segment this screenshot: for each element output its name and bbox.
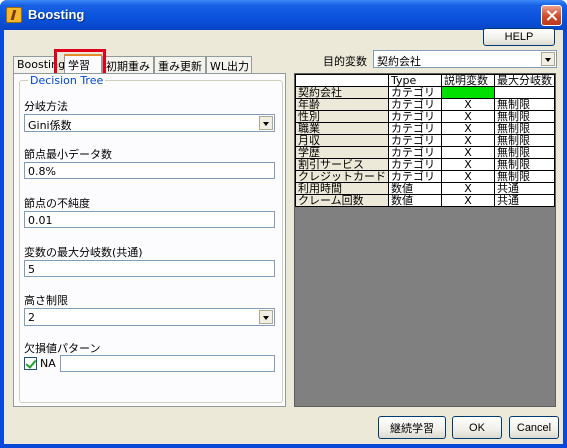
type-cell[interactable]: カテゴリ bbox=[388, 158, 442, 171]
type-cell[interactable]: カテゴリ bbox=[388, 98, 442, 111]
table-row[interactable]: 性別 カテゴリ X 無制限 bbox=[295, 110, 555, 123]
table-row[interactable]: 契約会社 カテゴリ bbox=[295, 86, 555, 99]
na-checkbox[interactable] bbox=[24, 357, 37, 370]
variables-table-body: 契約会社 カテゴリ 年齢 カテゴリ X 無制限 性別 カテゴリ X 無制限 職業 カテゴリ X 無制限 月収… bbox=[295, 86, 555, 207]
node-impurity-label: 節点の不純度 bbox=[24, 197, 90, 210]
row-header-cell[interactable]: 職業 bbox=[295, 122, 389, 135]
max-splits-cell[interactable]: 無制限 bbox=[494, 146, 555, 159]
max-splits-cell[interactable]: 無制限 bbox=[494, 122, 555, 135]
row-header-cell[interactable]: 契約会社 bbox=[295, 86, 389, 99]
type-cell[interactable]: カテゴリ bbox=[388, 110, 442, 123]
missing-pattern-label: 欠損値パターン bbox=[24, 342, 101, 355]
table-row[interactable]: 割引サービス カテゴリ X 無制限 bbox=[295, 158, 555, 171]
chevron-down-icon[interactable] bbox=[259, 116, 273, 130]
learning-tab-panel: Decision Tree 分岐方法 Gini係数 節点最小データ数 0.8% … bbox=[13, 73, 286, 407]
tab-initial-weights[interactable]: 初期重み bbox=[102, 56, 154, 73]
app-icon bbox=[6, 7, 22, 23]
type-cell[interactable]: カテゴリ bbox=[388, 122, 442, 135]
height-limit-value: 2 bbox=[28, 311, 35, 324]
chevron-down-icon[interactable] bbox=[541, 52, 555, 66]
max-splits-cell[interactable]: 共通 bbox=[494, 194, 555, 207]
target-variable-label: 目的変数 bbox=[323, 55, 367, 68]
explanatory-cell[interactable]: X bbox=[441, 170, 495, 183]
max-splits-label: 変数の最大分岐数(共通) bbox=[24, 246, 143, 259]
type-cell[interactable]: 数値 bbox=[388, 182, 442, 195]
explanatory-cell[interactable] bbox=[441, 86, 495, 99]
tab-boosting[interactable]: Boosting bbox=[13, 56, 65, 73]
ok-button[interactable]: OK bbox=[452, 416, 502, 439]
type-cell[interactable]: 数値 bbox=[388, 194, 442, 207]
target-variable-select[interactable]: 契約会社 bbox=[373, 50, 557, 68]
row-header-cell[interactable]: 学歴 bbox=[295, 146, 389, 159]
explanatory-cell[interactable]: X bbox=[441, 158, 495, 171]
explanatory-cell[interactable]: X bbox=[441, 146, 495, 159]
table-row[interactable]: 利用時間 数値 X 共通 bbox=[295, 182, 555, 195]
row-header-cell[interactable]: 年齢 bbox=[295, 98, 389, 111]
row-header-cell[interactable]: 割引サービス bbox=[295, 158, 389, 171]
split-method-select[interactable]: Gini係数 bbox=[24, 114, 275, 132]
title-bar[interactable]: Boosting bbox=[0, 0, 567, 30]
target-variable-value: 契約会社 bbox=[377, 55, 421, 68]
split-method-label: 分岐方法 bbox=[24, 100, 68, 113]
table-row[interactable]: 年齢 カテゴリ X 無制限 bbox=[295, 98, 555, 111]
variables-table: Type 説明変数 最大分岐数 契約会社 カテゴリ 年齢 カテゴリ X 無制限 性別 カテゴリ… bbox=[295, 74, 555, 207]
missing-pattern-field[interactable] bbox=[60, 355, 275, 372]
max-splits-cell[interactable]: 無制限 bbox=[494, 170, 555, 183]
cancel-button[interactable]: Cancel bbox=[509, 416, 559, 439]
close-button[interactable] bbox=[541, 5, 562, 26]
corner-cell bbox=[295, 74, 389, 87]
explanatory-cell[interactable]: X bbox=[441, 110, 495, 123]
tab-weight-update[interactable]: 重み更新 bbox=[154, 56, 206, 73]
chevron-down-icon[interactable] bbox=[259, 310, 273, 324]
column-header-explanatory: 説明変数 bbox=[441, 74, 495, 87]
height-limit-select[interactable]: 2 bbox=[24, 308, 275, 326]
row-header-cell[interactable]: 月収 bbox=[295, 134, 389, 147]
row-header-cell[interactable]: クレーム回数 bbox=[295, 194, 389, 207]
explanatory-cell[interactable]: X bbox=[441, 134, 495, 147]
column-header-type: Type bbox=[388, 74, 442, 87]
row-header-cell[interactable]: 性別 bbox=[295, 110, 389, 123]
tab-wl-output[interactable]: WL出力 bbox=[206, 56, 252, 73]
group-title: Decision Tree bbox=[28, 74, 106, 87]
max-splits-cell[interactable] bbox=[494, 86, 555, 99]
na-checkbox-label: NA bbox=[40, 357, 56, 370]
tab-highlight-box bbox=[54, 49, 106, 76]
explanatory-cell[interactable]: X bbox=[441, 182, 495, 195]
max-splits-cell[interactable]: 無制限 bbox=[494, 158, 555, 171]
table-row[interactable]: クレジットカード カテゴリ X 無制限 bbox=[295, 170, 555, 183]
max-splits-cell[interactable]: 無制限 bbox=[494, 98, 555, 111]
window-title: Boosting bbox=[28, 7, 85, 22]
max-splits-cell[interactable]: 無制限 bbox=[494, 134, 555, 147]
table-row[interactable]: 学歴 カテゴリ X 無制限 bbox=[295, 146, 555, 159]
type-cell[interactable]: カテゴリ bbox=[388, 86, 442, 99]
min-node-data-label: 節点最小データ数 bbox=[24, 148, 112, 161]
split-method-value: Gini係数 bbox=[28, 119, 72, 132]
column-header-max-splits: 最大分岐数 bbox=[494, 74, 555, 87]
type-cell[interactable]: カテゴリ bbox=[388, 146, 442, 159]
node-impurity-field[interactable]: 0.01 bbox=[24, 211, 275, 228]
max-splits-cell[interactable]: 共通 bbox=[494, 182, 555, 195]
dialog-client-area: HELP 目的変数 契約会社 Boosting 初期重み 重み更新 WL出力 学… bbox=[4, 28, 563, 444]
variables-grid-area[interactable]: Type 説明変数 最大分岐数 契約会社 カテゴリ 年齢 カテゴリ X 無制限 性別 カテゴリ… bbox=[294, 73, 556, 407]
decision-tree-group: Decision Tree 分岐方法 Gini係数 節点最小データ数 0.8% … bbox=[19, 74, 283, 403]
table-header-row: Type 説明変数 最大分岐数 bbox=[295, 74, 555, 87]
explanatory-cell[interactable]: X bbox=[441, 194, 495, 207]
type-cell[interactable]: カテゴリ bbox=[388, 170, 442, 183]
explanatory-cell[interactable]: X bbox=[441, 98, 495, 111]
max-splits-field[interactable]: 5 bbox=[24, 260, 275, 277]
height-limit-label: 高さ制限 bbox=[24, 294, 68, 307]
boosting-window: Boosting HELP 目的変数 契約会社 Boosting 初期重み 重み… bbox=[0, 0, 567, 448]
row-header-cell[interactable]: クレジットカード bbox=[295, 170, 389, 183]
explanatory-cell[interactable]: X bbox=[441, 122, 495, 135]
type-cell[interactable]: カテゴリ bbox=[388, 134, 442, 147]
table-row[interactable]: クレーム回数 数値 X 共通 bbox=[295, 194, 555, 207]
help-button[interactable]: HELP bbox=[483, 28, 555, 46]
max-splits-cell[interactable]: 無制限 bbox=[494, 110, 555, 123]
continue-learning-button[interactable]: 継続学習 bbox=[378, 416, 446, 439]
row-header-cell[interactable]: 利用時間 bbox=[295, 182, 389, 195]
table-row[interactable]: 職業 カテゴリ X 無制限 bbox=[295, 122, 555, 135]
table-row[interactable]: 月収 カテゴリ X 無制限 bbox=[295, 134, 555, 147]
min-node-data-field[interactable]: 0.8% bbox=[24, 162, 275, 179]
